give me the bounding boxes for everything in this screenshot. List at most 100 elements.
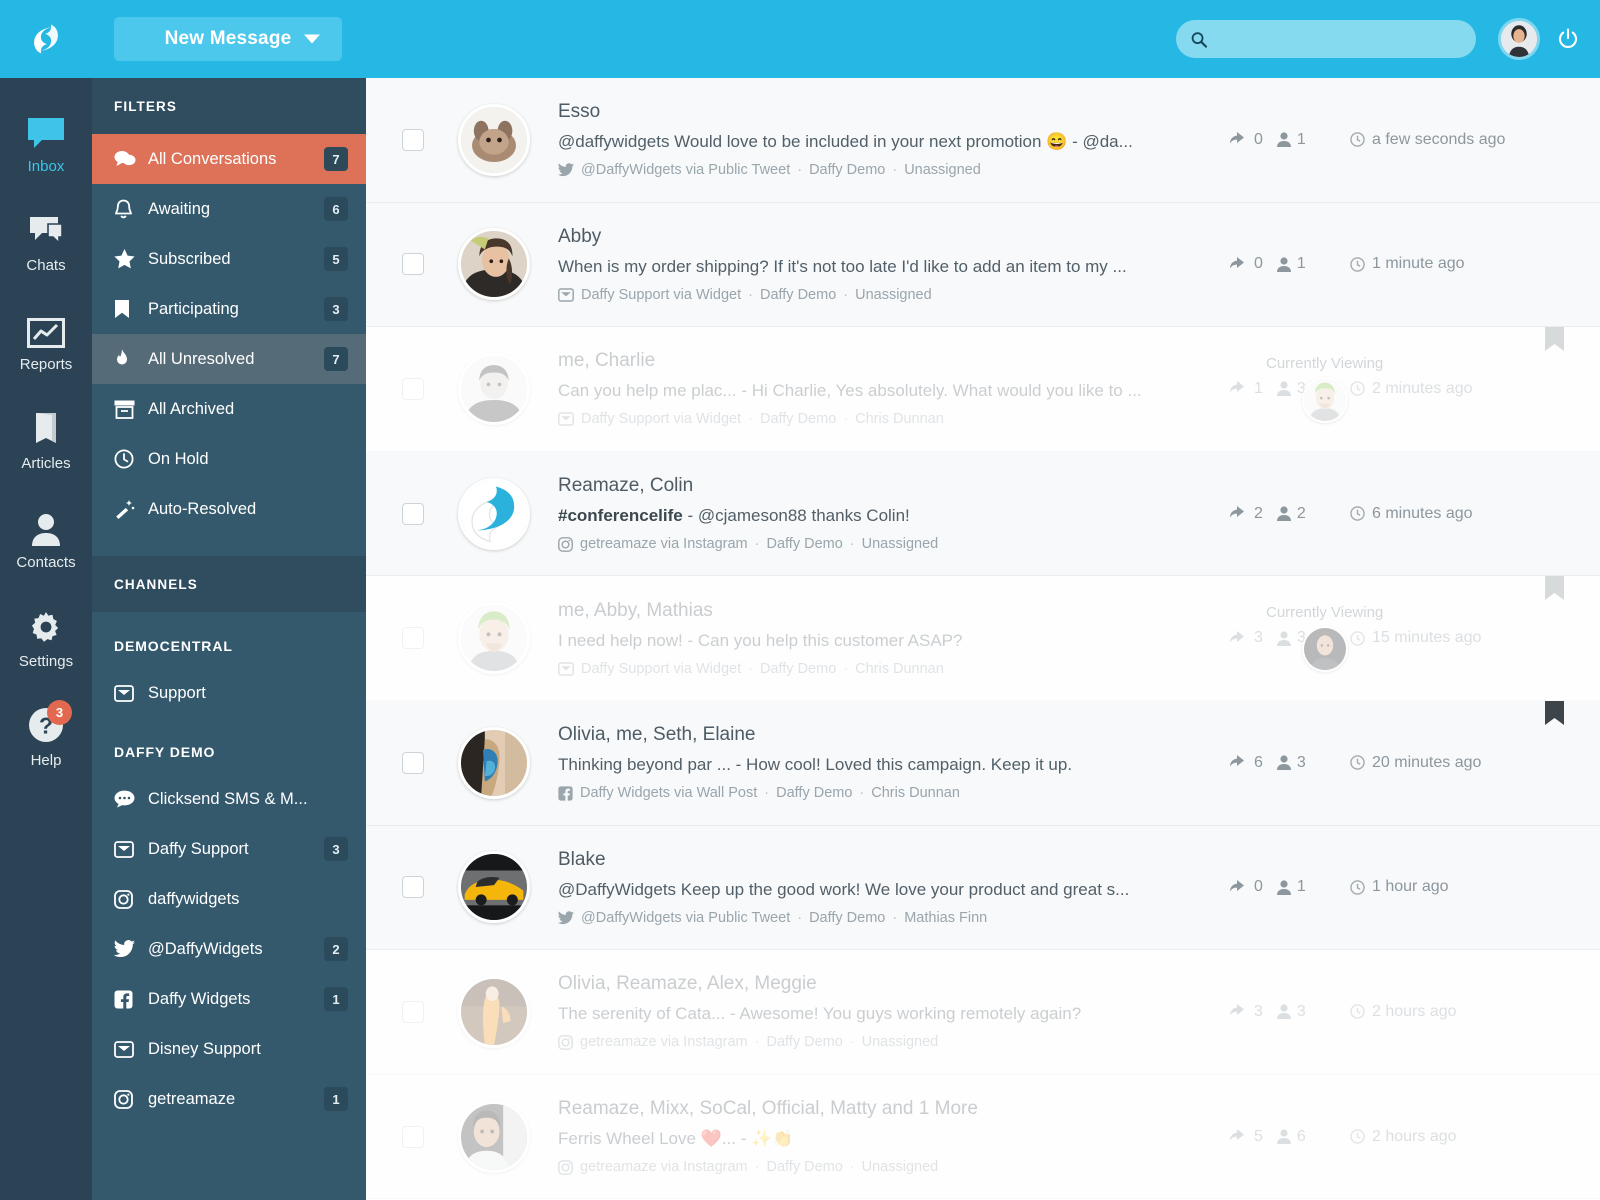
conversation-meta: Daffy Support via Widget · Daffy Demo · …	[558, 287, 1216, 303]
sidebar-item-all-conversations[interactable]: All Conversations 7	[92, 134, 366, 184]
sidebar-item-all-archived[interactable]: All Archived	[92, 384, 366, 434]
nav-item-chats[interactable]: Chats	[0, 209, 92, 274]
conversation-channel: @DaffyWidgets via Public Tweet	[581, 162, 791, 179]
row-checkbox[interactable]	[402, 751, 424, 774]
conversation-row[interactable]: Olivia, me, Seth, Elaine Thinking beyond…	[366, 700, 1600, 826]
meta-separator: ·	[843, 660, 849, 677]
row-checkbox[interactable]	[402, 1000, 424, 1023]
conversation-assignee: Mathias Finn	[904, 909, 988, 926]
conversation-snippet: I need help now! - Can you help this cus…	[558, 630, 963, 650]
conversation-meta: @DaffyWidgets via Public Tweet · Daffy D…	[558, 910, 1216, 926]
sidebar-channel-clicksend-sms[interactable]: Clicksend SMS & M...	[92, 774, 366, 824]
conversation-snippet: Thinking beyond par ... - How cool! Love…	[558, 755, 1073, 775]
sidebar-item-badge: 7	[324, 147, 348, 171]
sidebar-channel-disney-support[interactable]: Disney Support	[92, 1024, 366, 1074]
conversation-channel: Daffy Support via Widget	[581, 660, 742, 677]
people-count-value: 1	[1296, 130, 1306, 148]
facebook-icon	[114, 990, 148, 1009]
conversation-channel: @DaffyWidgets via Public Tweet	[581, 909, 791, 926]
reply-count: 5	[1230, 1128, 1263, 1146]
conversation-snippet: #conferencelife - @cjameson88 thanks Col…	[558, 506, 1178, 526]
conversation-stats: 5 6	[1230, 1128, 1350, 1146]
reply-arrow-icon	[1230, 506, 1244, 518]
nav-item-contacts[interactable]: Contacts	[0, 506, 92, 571]
row-checkbox[interactable]	[402, 377, 424, 400]
sidebar-channel-support[interactable]: Support	[92, 668, 366, 718]
new-message-label: New Message	[164, 28, 292, 49]
bookmark-flag-icon	[1545, 700, 1564, 730]
conversation-snippet: When is my order shipping? If it's not t…	[558, 256, 1127, 276]
sidebar-item-awaiting[interactable]: Awaiting 6	[92, 184, 366, 234]
sidebar-item-badge: 3	[324, 837, 348, 861]
filters-header: FILTERS	[92, 78, 366, 134]
flame-icon	[114, 348, 148, 370]
nav-item-inbox[interactable]: Inbox	[0, 110, 92, 175]
user-avatar[interactable]	[1498, 18, 1540, 60]
facebook-icon	[558, 786, 573, 801]
conversation-assignee: Chris Dunnan	[871, 785, 960, 802]
body: Inbox Chats Reports Articles Contacts Se…	[0, 78, 1600, 1200]
people-count-value: 6	[1296, 1127, 1306, 1145]
conversation-row[interactable]: me, Charlie Can you help me plac... - Hi…	[366, 327, 1600, 452]
sidebar-item-auto-resolved[interactable]: Auto-Resolved	[92, 484, 366, 534]
row-checkbox[interactable]	[402, 1125, 424, 1148]
people-count: 1	[1276, 255, 1306, 273]
conversation-assignee: Unassigned	[861, 536, 939, 553]
reply-count: 6	[1230, 754, 1263, 772]
people-count: 1	[1276, 878, 1306, 896]
row-checkbox[interactable]	[402, 876, 424, 899]
sidebar-item-on-hold[interactable]: On Hold	[92, 434, 366, 484]
sidebar-channel-daffywidgets-twitter[interactable]: @DaffyWidgets 2	[92, 924, 366, 974]
conversation-row[interactable]: me, Abby, Mathias I need help now! - Can…	[366, 576, 1600, 701]
sidebar-item-label: Daffy Widgets	[148, 989, 251, 1008]
reply-arrow-icon	[1230, 381, 1244, 393]
sidebar-item-subscribed[interactable]: Subscribed 5	[92, 234, 366, 284]
reply-count-value: 3	[1254, 1002, 1263, 1020]
search-input[interactable]	[1207, 30, 1476, 48]
conversation-row[interactable]: Reamaze, Mixx, SoCal, Official, Matty an…	[366, 1074, 1600, 1200]
conversation-row[interactable]: Esso @daffywidgets Would love to be incl…	[366, 78, 1600, 203]
sidebar-channel-daffy-support[interactable]: Daffy Support 3	[92, 824, 366, 874]
reply-count: 0	[1230, 131, 1263, 149]
row-checkbox[interactable]	[402, 627, 424, 650]
meta-separator: ·	[764, 785, 770, 802]
conversation-meta: getreamaze via Instagram · Daffy Demo · …	[558, 536, 1216, 552]
sidebar-channel-daffywidgets-instagram[interactable]: daffywidgets	[92, 874, 366, 924]
channel-group-title: DEMOCENTRAL	[114, 638, 233, 654]
magic-wand-icon	[114, 499, 148, 520]
sidebar-channel-daffy-widgets-facebook[interactable]: Daffy Widgets 1	[92, 974, 366, 1024]
new-message-button[interactable]: New Message	[114, 17, 342, 61]
conversation-content: Olivia, me, Seth, Elaine Thinking beyond…	[558, 724, 1230, 801]
sidebar-item-participating[interactable]: Participating 3	[92, 284, 366, 334]
conversation-brand: Daffy Demo	[759, 660, 837, 677]
conversation-row[interactable]: Olivia, Reamaze, Alex, Meggie The sereni…	[366, 950, 1600, 1075]
conversation-assignee: Chris Dunnan	[855, 411, 944, 428]
sms-bubble-icon	[114, 790, 148, 808]
nav-item-help[interactable]: ? 3 Help	[0, 700, 92, 769]
sidebar-item-label: Participating	[148, 299, 239, 318]
meta-separator: ·	[859, 785, 865, 802]
nav-item-settings[interactable]: Settings	[0, 605, 92, 670]
meta-separator: ·	[754, 536, 760, 553]
sidebar-channel-getreamaze[interactable]: getreamaze 1	[92, 1074, 366, 1124]
conversation-row[interactable]: Reamaze, Colin #conferencelife - @cjames…	[366, 451, 1600, 577]
sidebar-item-all-unresolved[interactable]: All Unresolved 7	[92, 334, 366, 384]
app-logo[interactable]	[0, 0, 92, 78]
row-checkbox[interactable]	[402, 128, 424, 151]
nav-item-articles[interactable]: Articles	[0, 407, 92, 472]
conversation-row[interactable]: Abby When is my order shipping? If it's …	[366, 202, 1600, 328]
conversation-content: me, Abby, Mathias I need help now! - Can…	[558, 600, 1230, 677]
conversation-row[interactable]: Blake @DaffyWidgets Keep up the good wor…	[366, 825, 1600, 951]
nav-label: Settings	[18, 653, 74, 670]
sidebar-item-label: daffywidgets	[148, 889, 240, 908]
clock-icon	[1350, 755, 1365, 771]
conversation-time: 20 minutes ago	[1350, 754, 1600, 772]
row-checkbox[interactable]	[402, 502, 424, 525]
conversation-snippet: Can you help me plac... - Hi Charlie, Ye…	[558, 381, 1142, 401]
search-box[interactable]	[1176, 20, 1476, 58]
logout-button[interactable]	[1556, 27, 1580, 51]
nav-item-reports[interactable]: Reports	[0, 308, 92, 373]
meta-separator: ·	[748, 411, 753, 428]
sidebar-item-label: Auto-Resolved	[148, 499, 257, 518]
row-checkbox[interactable]	[402, 253, 424, 276]
